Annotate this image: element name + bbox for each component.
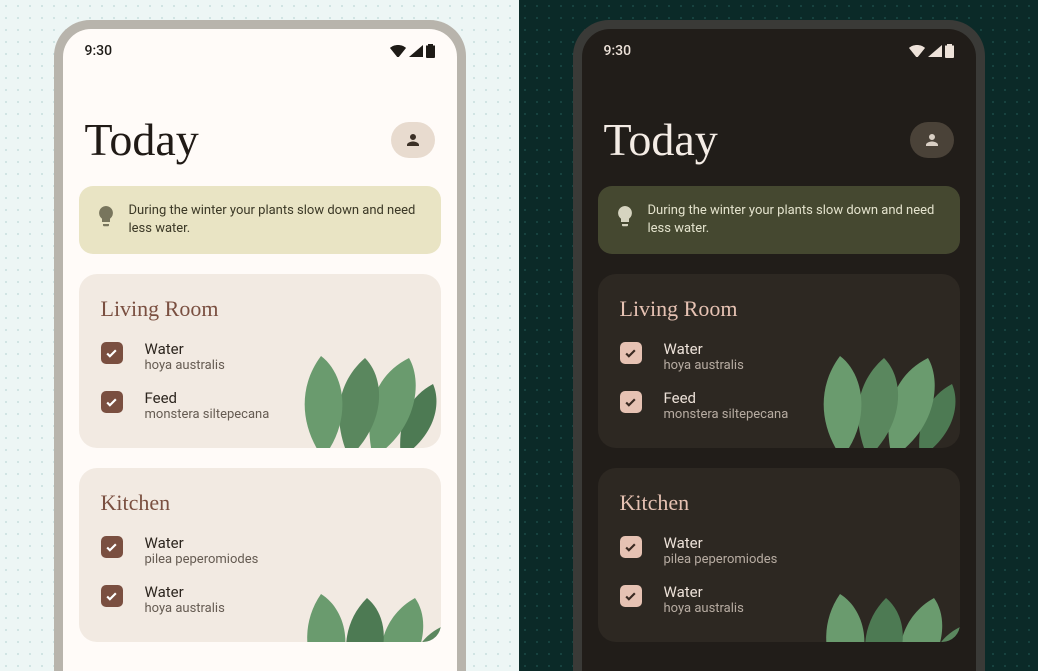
task-row: Water hoya australis [101, 583, 419, 616]
plant-illustration [303, 308, 441, 448]
person-icon [404, 131, 422, 149]
task-subtitle: monstera siltepecana [664, 407, 789, 422]
task-texts: Feed monstera siltepecana [664, 389, 789, 422]
check-icon [105, 541, 118, 554]
dark-theme-panel: 9:30 Today During the winter [519, 0, 1038, 671]
lightbulb-icon [616, 206, 634, 234]
status-bar: 9:30 [63, 29, 457, 67]
room-card: Kitchen Water pilea peperomiodes [598, 468, 960, 642]
phone-frame: 9:30 Today During the winter [573, 20, 985, 671]
page-title: Today [604, 113, 718, 166]
task-checkbox[interactable] [620, 391, 642, 413]
task-texts: Water hoya australis [145, 583, 225, 616]
status-bar: 9:30 [582, 29, 976, 67]
battery-icon [945, 44, 954, 58]
task-checkbox[interactable] [101, 585, 123, 607]
status-icons [909, 44, 954, 58]
tip-banner: During the winter your plants slow down … [79, 186, 441, 254]
check-icon [624, 347, 637, 360]
page-title: Today [85, 113, 199, 166]
task-checkbox[interactable] [620, 585, 642, 607]
task-subtitle: hoya australis [664, 358, 744, 373]
task-subtitle: hoya australis [145, 358, 225, 373]
task-checkbox[interactable] [101, 391, 123, 413]
check-icon [624, 590, 637, 603]
task-title: Water [664, 340, 744, 358]
screen: 9:30 Today During the winter [582, 29, 976, 671]
tip-text: During the winter your plants slow down … [648, 202, 942, 238]
screen: 9:30 Today During the winte [63, 29, 457, 671]
wifi-icon [909, 45, 925, 57]
header: Today [63, 67, 457, 186]
task-title: Water [664, 583, 744, 601]
task-checkbox[interactable] [101, 342, 123, 364]
check-icon [624, 541, 637, 554]
header: Today [582, 67, 976, 186]
wifi-icon [390, 45, 406, 57]
task-texts: Water hoya australis [664, 583, 744, 616]
battery-icon [426, 44, 435, 58]
status-time: 9:30 [604, 43, 632, 59]
task-checkbox[interactable] [101, 536, 123, 558]
profile-button[interactable] [391, 122, 435, 158]
task-title: Feed [145, 389, 270, 407]
task-checkbox[interactable] [620, 536, 642, 558]
task-row: Water hoya australis [620, 340, 938, 373]
task-subtitle: pilea peperomiodes [145, 552, 259, 567]
task-row: Water pilea peperomiodes [101, 534, 419, 567]
task-texts: Water hoya australis [145, 340, 225, 373]
tip-text: During the winter your plants slow down … [129, 202, 423, 238]
room-card: Kitchen Water pilea peperomiodes [79, 468, 441, 642]
task-subtitle: hoya australis [664, 601, 744, 616]
task-title: Water [145, 534, 259, 552]
signal-icon [409, 45, 423, 57]
person-icon [923, 131, 941, 149]
task-texts: Water pilea peperomiodes [145, 534, 259, 567]
task-checkbox[interactable] [620, 342, 642, 364]
room-title: Living Room [620, 296, 938, 322]
task-title: Water [664, 534, 778, 552]
task-row: Feed monstera siltepecana [620, 389, 938, 422]
phone-frame: 9:30 Today During the winte [54, 20, 466, 671]
light-theme-panel: 9:30 Today During the winte [0, 0, 519, 671]
status-time: 9:30 [85, 43, 113, 59]
task-subtitle: monstera siltepecana [145, 407, 270, 422]
status-icons [390, 44, 435, 58]
tip-banner: During the winter your plants slow down … [598, 186, 960, 254]
task-texts: Water pilea peperomiodes [664, 534, 778, 567]
task-title: Water [145, 583, 225, 601]
room-title: Living Room [101, 296, 419, 322]
room-title: Kitchen [101, 490, 419, 516]
task-subtitle: hoya australis [145, 601, 225, 616]
content: During the winter your plants slow down … [63, 186, 457, 642]
plant-illustration [822, 308, 960, 448]
room-card: Living Room Water hoya australis [598, 274, 960, 448]
check-icon [105, 590, 118, 603]
task-subtitle: pilea peperomiodes [664, 552, 778, 567]
profile-button[interactable] [910, 122, 954, 158]
task-row: Water pilea peperomiodes [620, 534, 938, 567]
content: During the winter your plants slow down … [582, 186, 976, 642]
task-row: Feed monstera siltepecana [101, 389, 419, 422]
task-texts: Water hoya australis [664, 340, 744, 373]
lightbulb-icon [97, 206, 115, 234]
check-icon [105, 347, 118, 360]
room-title: Kitchen [620, 490, 938, 516]
check-icon [105, 396, 118, 409]
task-texts: Feed monstera siltepecana [145, 389, 270, 422]
task-row: Water hoya australis [101, 340, 419, 373]
task-title: Water [145, 340, 225, 358]
task-row: Water hoya australis [620, 583, 938, 616]
room-card: Living Room Water hoya australis [79, 274, 441, 448]
task-title: Feed [664, 389, 789, 407]
signal-icon [928, 45, 942, 57]
check-icon [624, 396, 637, 409]
